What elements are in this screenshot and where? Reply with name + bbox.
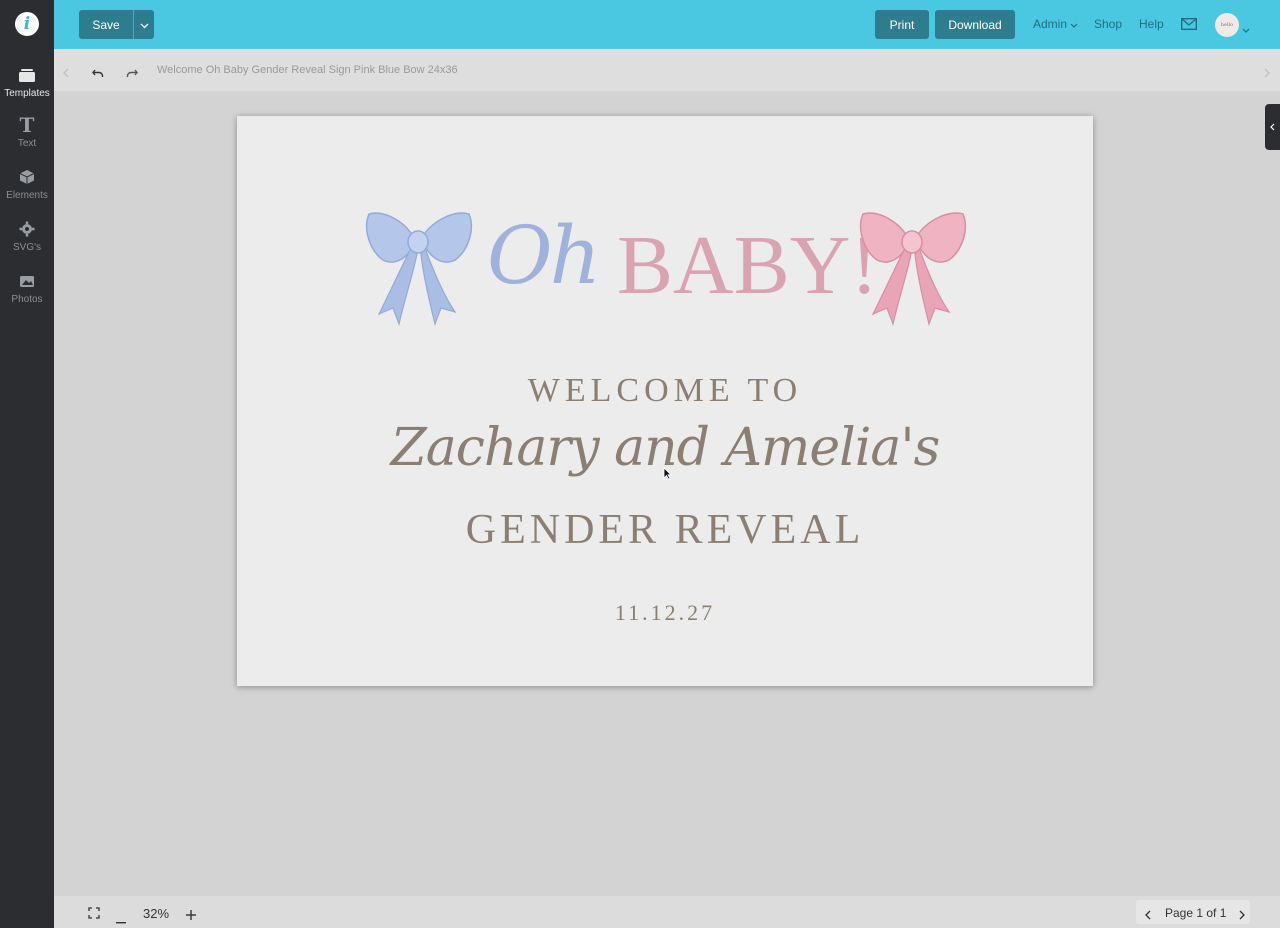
save-button[interactable]: Save bbox=[79, 10, 133, 39]
app-logo[interactable]: i bbox=[15, 12, 39, 36]
redo-icon[interactable] bbox=[126, 65, 138, 83]
zoom-in-icon[interactable] bbox=[186, 907, 196, 925]
next-page-icon[interactable] bbox=[1239, 907, 1245, 925]
left-sidebar: i Templates T Text Elements SVG's Photos bbox=[0, 0, 54, 928]
top-bar: Save Print Download Admin Shop Help hell… bbox=[54, 0, 1280, 49]
blue-bow-image[interactable] bbox=[363, 208, 475, 326]
gender-reveal-text[interactable]: GENDER REVEAL bbox=[237, 506, 1093, 554]
page-indicator: Page 1 of 1 bbox=[1165, 906, 1227, 920]
sidebar-item-label: Text bbox=[17, 138, 37, 149]
save-button-group: Save bbox=[79, 10, 154, 39]
sidebar-item-label: SVG's bbox=[12, 242, 42, 253]
sidebar-item-label: Elements bbox=[6, 190, 48, 201]
help-link[interactable]: Help bbox=[1139, 17, 1164, 31]
admin-label: Admin bbox=[1033, 17, 1068, 31]
chevron-down-icon bbox=[140, 16, 149, 34]
zoom-level[interactable]: 32% bbox=[143, 906, 169, 921]
download-button[interactable]: Download bbox=[935, 10, 1015, 39]
design-canvas[interactable]: Oh BABY! WELCOME TO Zachary and Amelia's… bbox=[237, 116, 1093, 686]
admin-menu[interactable]: Admin bbox=[1033, 17, 1078, 31]
chevron-down-icon bbox=[1070, 17, 1078, 31]
chevron-right-icon[interactable] bbox=[1264, 65, 1270, 83]
page-navigator: Page 1 of 1 bbox=[1136, 900, 1250, 924]
document-title[interactable]: Welcome Oh Baby Gender Reveal Sign Pink … bbox=[157, 64, 458, 76]
elements-icon bbox=[19, 166, 35, 188]
sidebar-item-elements[interactable]: Elements bbox=[0, 166, 54, 210]
mouse-cursor-icon bbox=[663, 467, 672, 480]
undo-icon[interactable] bbox=[92, 65, 104, 83]
zoom-out-icon[interactable] bbox=[116, 911, 126, 928]
chevron-left-icon[interactable] bbox=[63, 65, 69, 83]
save-options-button[interactable] bbox=[133, 10, 154, 39]
editor-toolbar: Welcome Oh Baby Gender Reveal Sign Pink … bbox=[54, 49, 1280, 91]
svg-icon bbox=[19, 218, 35, 240]
fit-screen-icon[interactable] bbox=[88, 906, 100, 924]
date-text[interactable]: 11.12.27 bbox=[237, 600, 1093, 626]
print-button[interactable]: Print bbox=[875, 10, 929, 39]
sidebar-item-label: Photos bbox=[11, 294, 43, 305]
baby-text[interactable]: BABY! bbox=[617, 224, 878, 308]
pink-bow-image[interactable] bbox=[857, 208, 969, 326]
welcome-text[interactable]: WELCOME TO bbox=[237, 372, 1093, 410]
avatar[interactable]: hello bbox=[1215, 13, 1239, 37]
photos-icon bbox=[19, 270, 35, 292]
previous-page-icon[interactable] bbox=[1145, 907, 1151, 925]
avatar-text: hello bbox=[1220, 22, 1234, 28]
chevron-left-icon bbox=[1270, 118, 1275, 136]
sidebar-item-photos[interactable]: Photos bbox=[0, 270, 54, 314]
oh-text[interactable]: Oh bbox=[487, 216, 601, 296]
account-chevron-down-icon[interactable] bbox=[1242, 20, 1250, 38]
templates-icon bbox=[18, 64, 36, 86]
shop-link[interactable]: Shop bbox=[1094, 17, 1122, 31]
sidebar-item-templates[interactable]: Templates bbox=[0, 64, 54, 108]
sidebar-item-label: Templates bbox=[4, 88, 50, 99]
mail-icon[interactable] bbox=[1180, 17, 1198, 35]
text-icon: T bbox=[19, 113, 35, 137]
sidebar-item-svgs[interactable]: SVG's bbox=[0, 218, 54, 262]
right-panel-toggle[interactable] bbox=[1265, 104, 1280, 150]
sidebar-item-text[interactable]: T Text bbox=[0, 113, 54, 158]
bottom-bar: 32% Page 1 of 1 bbox=[54, 896, 1280, 928]
